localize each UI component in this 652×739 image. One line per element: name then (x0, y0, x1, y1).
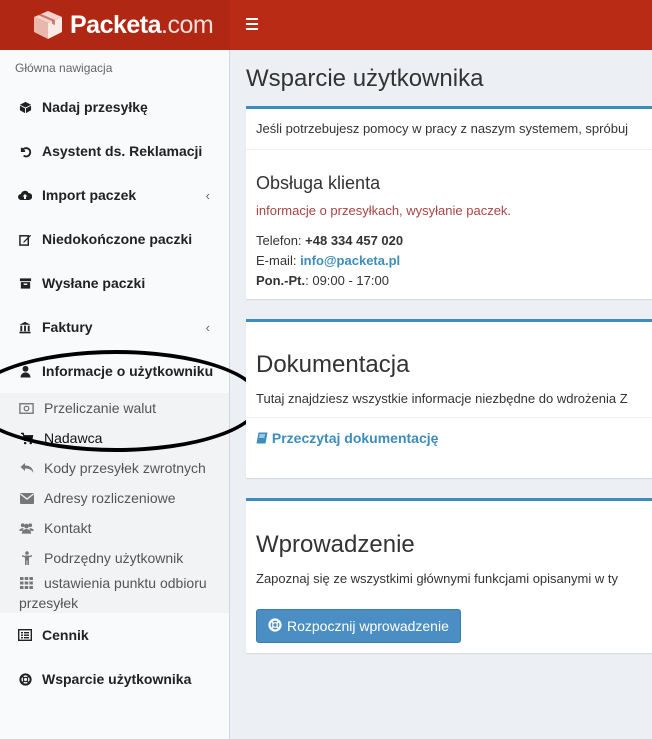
sidebar-item-label: Cennik (42, 627, 89, 643)
child-icon (19, 551, 34, 565)
sidebar-item-support[interactable]: Wsparcie użytkownika (0, 657, 229, 701)
users-icon (19, 521, 34, 535)
phone-line: Telefon: +48 334 457 020 (256, 233, 404, 248)
sidebar-subitem-pickup-settings[interactable]: ustawienia punktu odbioru przesyłek (0, 573, 229, 613)
bank-icon (18, 320, 32, 334)
phone-number[interactable]: +48 334 457 020 (305, 233, 403, 248)
main-content: Wsparcie użytkownika Jeśli potrzebujesz … (231, 50, 652, 739)
sidebar-item-label: Informacje o użytkowniku (42, 363, 214, 379)
sidebar-subitem-label: Kontakt (44, 520, 92, 536)
sidebar-item-sent[interactable]: Wysłane paczki (0, 261, 229, 305)
chevron-left-icon: ‹ (205, 320, 210, 335)
logo[interactable]: Packeta.com (0, 0, 230, 50)
sidebar-subitem-return-codes[interactable]: Kody przesyłek zwrotnych (0, 453, 229, 483)
sidebar-item-label: Niedokończone paczki (42, 231, 193, 247)
sidebar-subitem-label: Podrzędny użytkownik (44, 550, 184, 566)
user-icon (18, 364, 32, 378)
sidebar-subitem-label: Kody przesyłek zwrotnych (44, 460, 206, 476)
cloud-upload-icon (18, 188, 32, 202)
sidebar-subitem-label: Przeliczanie walut (44, 400, 157, 416)
sidebar-item-label: Faktury (42, 319, 93, 335)
life-ring-icon (268, 617, 282, 635)
sidebar: Główna nawigacja Nadaj przesyłkę Asysten… (0, 50, 230, 739)
chevron-left-icon: ‹ (205, 188, 210, 203)
user-info-submenu: Przeliczanie walut Nadawca Kody przesyłe… (0, 393, 229, 613)
divider (246, 417, 652, 418)
undo-icon (18, 144, 32, 158)
grid-icon (19, 576, 34, 590)
intro-title: Wprowadzenie (256, 531, 415, 558)
sidebar-item-label: Wysłane paczki (42, 275, 146, 291)
nav-header: Główna nawigacja (15, 61, 113, 75)
sidebar-subitem-label: Adresy rozliczeniowe (44, 490, 176, 506)
support-subtitle: informacje o przesyłkach, wysyłanie pacz… (256, 203, 512, 218)
money-icon (19, 401, 34, 415)
archive-icon (18, 276, 32, 290)
sidebar-subitem-sender[interactable]: Nadawca (0, 423, 229, 453)
life-ring-icon (18, 672, 32, 686)
hours-line: Pon.-Pt.: 09:00 - 17:00 (256, 273, 389, 288)
envelope-icon (19, 491, 34, 505)
docs-description: Tutaj znajdziesz wszystkie informacje ni… (256, 391, 628, 406)
sidebar-subitem-label: ustawienia punktu odbioru przesyłek (19, 575, 207, 611)
sidebar-subitem-label: Nadawca (44, 430, 103, 446)
docs-box: Dokumentacja Tutaj znajdziesz wszystkie … (246, 319, 652, 478)
sidebar-item-pricing[interactable]: Cennik (0, 613, 229, 657)
cube-icon (18, 100, 32, 114)
book-icon (256, 430, 272, 446)
sidebar-item-invoices[interactable]: Faktury ‹ (0, 305, 229, 349)
intro-description: Zapoznaj się ze wszystkimi głównymi funk… (256, 571, 618, 586)
sidebar-item-label: Nadaj przesyłkę (42, 99, 148, 115)
sidebar-item-send-parcel[interactable]: Nadaj przesyłkę (0, 85, 229, 129)
start-intro-button[interactable]: Rozpocznij wprowadzenie (256, 609, 461, 643)
sidebar-subitem-contact[interactable]: Kontakt (0, 513, 229, 543)
support-intro: Jeśli potrzebujesz pomocy w pracy z nasz… (246, 109, 652, 150)
packeta-box-icon (32, 9, 64, 41)
support-box: Jeśli potrzebujesz pomocy w pracy z nasz… (246, 106, 652, 299)
email-link[interactable]: info@packeta.pl (300, 253, 400, 268)
sidebar-subitem-currency[interactable]: Przeliczanie walut (0, 393, 229, 423)
read-docs-link[interactable]: Przeczytaj dokumentację (256, 430, 438, 446)
sidebar-subitem-subuser[interactable]: Podrzędny użytkownik (0, 543, 229, 573)
docs-title: Dokumentacja (256, 351, 410, 378)
top-header: Packeta.com (0, 0, 652, 50)
sidebar-item-label: Asystent ds. Reklamacji (42, 143, 203, 159)
page-title: Wsparcie użytkownika (246, 65, 484, 92)
sidebar-item-label: Wsparcie użytkownika (42, 671, 192, 687)
list-alt-icon (18, 628, 32, 642)
sidebar-item-import[interactable]: Import paczek ‹ (0, 173, 229, 217)
reply-icon (19, 461, 34, 475)
sidebar-subitem-billing[interactable]: Adresy rozliczeniowe (0, 483, 229, 513)
logo-text: Packeta.com (70, 10, 214, 39)
sidebar-item-label: Import paczek (42, 187, 137, 203)
cart-icon (19, 431, 34, 445)
sidebar-item-claims[interactable]: Asystent ds. Reklamacji (0, 129, 229, 173)
edit-icon (18, 232, 32, 246)
support-title: Obsługa klienta (256, 173, 381, 193)
intro-box: Wprowadzenie Zapoznaj się ze wszystkimi … (246, 498, 652, 653)
email-line: E-mail: info@packeta.pl (256, 253, 401, 268)
sidebar-item-unfinished[interactable]: Niedokończone paczki (0, 217, 229, 261)
hamburger-icon[interactable] (246, 18, 258, 30)
sidebar-item-user-info[interactable]: Informacje o użytkowniku (0, 349, 229, 393)
